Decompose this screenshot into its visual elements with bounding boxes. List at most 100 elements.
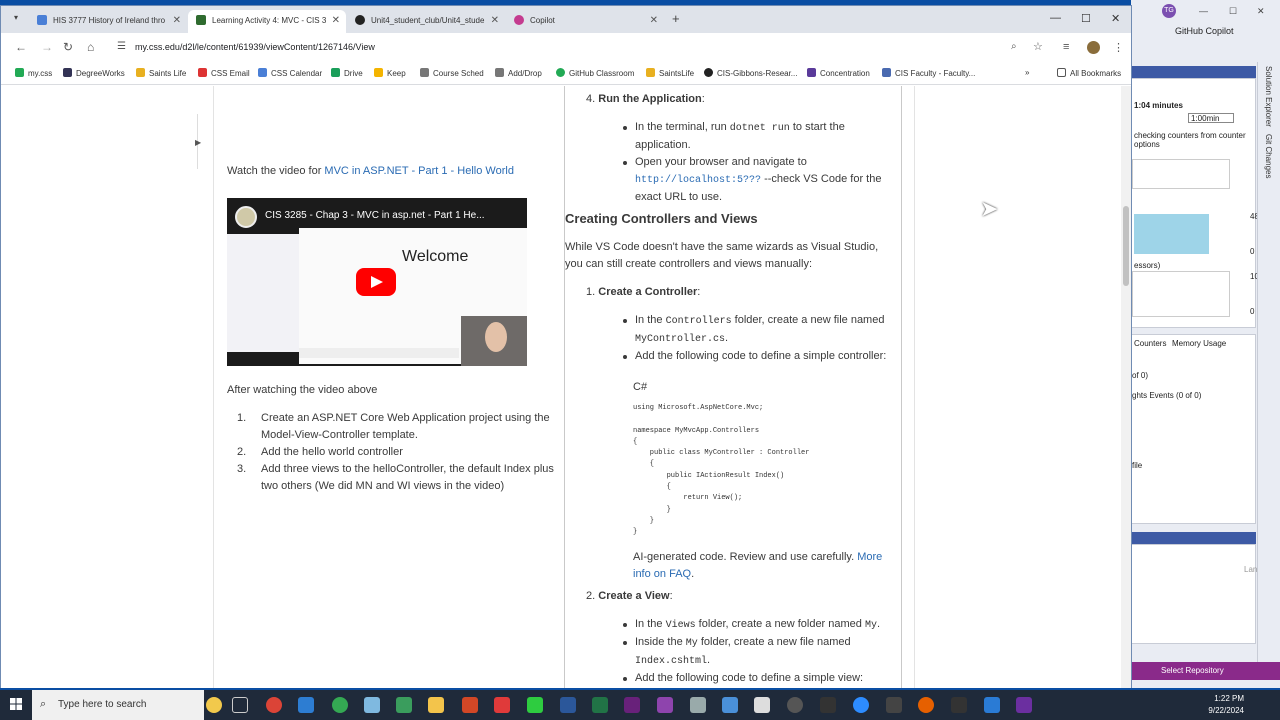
visual-studio-window: TG — ☐ ✕ GitHub Copilot 1:04 minutes 1:0… <box>1131 0 1280 688</box>
bookmark-css-calendar[interactable]: CSS Calendar <box>258 68 322 78</box>
bookmark-cis-faculty[interactable]: CIS Faculty - Faculty... <box>882 68 975 78</box>
avatar[interactable]: TG <box>1162 4 1176 18</box>
home-icon[interactable]: ⌂ <box>87 40 94 54</box>
firefox-icon[interactable] <box>918 697 934 713</box>
sheets-icon[interactable] <box>396 697 412 713</box>
bookmark-add-drop[interactable]: Add/Drop <box>495 68 542 78</box>
url-text[interactable]: my.css.edu/d2l/le/content/61939/viewCont… <box>135 42 375 52</box>
notepad-icon[interactable] <box>364 697 380 713</box>
vertical-tabs: Solution Explorer Git Changes <box>1257 62 1280 662</box>
video-footer <box>299 348 459 358</box>
copilot-button[interactable]: GitHub Copilot <box>1175 26 1234 36</box>
minimize-icon[interactable]: — <box>1199 6 1208 16</box>
tab-history-ireland[interactable]: HIS 3777 History of Ireland thro ✕ <box>29 10 187 33</box>
taskbar-search[interactable]: ⌕ Type here to search <box>32 690 204 720</box>
tab-memory-usage[interactable]: Memory Usage <box>1172 339 1226 348</box>
address-bar[interactable]: ☰ my.css.edu/d2l/le/content/61939/viewCo… <box>107 37 1051 59</box>
shield-app-icon[interactable] <box>722 697 738 713</box>
word-icon[interactable] <box>560 697 576 713</box>
star-icon[interactable]: ☆ <box>1033 40 1043 53</box>
video-player[interactable]: Welcome CIS 3285 - Chap 3 - MVC in asp.n… <box>227 198 527 366</box>
tab-label: Unit4_student_club/Unit4_stude <box>371 16 485 25</box>
scroll-thumb[interactable] <box>1123 206 1129 286</box>
bookmark-course-sched[interactable]: Course Sched <box>420 68 484 78</box>
list-item: Open your browser and navigate to http:/… <box>621 154 896 206</box>
code-block[interactable]: using Microsoft.AspNetCore.Mvc; namespac… <box>633 403 809 539</box>
visual-studio-2-icon[interactable] <box>657 697 673 713</box>
duration-label: 1:04 minutes <box>1134 101 1183 110</box>
zoom-app-icon[interactable] <box>853 697 869 713</box>
camera-icon[interactable] <box>820 697 836 713</box>
tab-git-changes[interactable]: Git Changes <box>1264 134 1273 178</box>
tab-learning-activity[interactable]: Learning Activity 4: MVC - CIS 3 ✕ <box>188 10 346 33</box>
bookmark-concentration[interactable]: Concentration <box>807 68 870 78</box>
folder-icon[interactable] <box>428 697 444 713</box>
select-repository-button[interactable]: Select Repository <box>1161 662 1224 680</box>
chrome-profile-icon[interactable] <box>332 697 348 713</box>
close-icon[interactable]: ✕ <box>1111 12 1120 25</box>
excel-icon[interactable] <box>592 697 608 713</box>
terminal-icon[interactable] <box>886 697 902 713</box>
page-scrollbar[interactable] <box>1121 86 1131 688</box>
bookmark-css-email[interactable]: CSS Email <box>198 68 250 78</box>
vs-active-icon[interactable] <box>1016 697 1032 713</box>
system-clock[interactable]: 1:22 PM 9/22/2024 <box>1200 693 1244 717</box>
back-icon[interactable]: ← <box>15 40 27 54</box>
tab-copilot[interactable]: Copilot ✕ <box>506 10 664 33</box>
tab-counters[interactable]: Counters <box>1134 339 1166 348</box>
expand-nav-icon[interactable]: ▶ <box>195 138 201 147</box>
tool-icon[interactable] <box>690 697 706 713</box>
play-icon[interactable] <box>356 268 396 296</box>
visual-studio-icon[interactable] <box>624 697 640 713</box>
close-tab-icon[interactable]: ✕ <box>650 10 658 31</box>
camtasia-icon[interactable] <box>527 697 543 713</box>
bookmark-saintslife[interactable]: SaintsLife <box>646 68 694 78</box>
video-link[interactable]: MVC in ASP.NET - Part 1 - Hello World <box>324 165 514 177</box>
maximize-icon[interactable]: ☐ <box>1229 6 1237 17</box>
close-icon[interactable]: ✕ <box>1257 6 1265 17</box>
maximize-icon[interactable]: ☐ <box>1081 12 1091 25</box>
close-tab-icon[interactable]: ✕ <box>332 10 340 31</box>
menu-icon[interactable]: ⋮ <box>1113 41 1124 54</box>
bookmark-keep[interactable]: Keep <box>374 68 406 78</box>
more-bookmarks-icon[interactable]: » <box>1025 68 1029 77</box>
profile-avatar[interactable] <box>1087 41 1100 54</box>
output-titlebar <box>1131 532 1256 544</box>
all-bookmarks-folder[interactable]: All Bookmarks <box>1057 68 1121 78</box>
media-icon[interactable]: ≡ <box>1063 41 1069 53</box>
tab-solution-explorer[interactable]: Solution Explorer <box>1264 66 1273 127</box>
vscode-icon[interactable] <box>984 697 1000 713</box>
tab-search-icon[interactable]: ▾ <box>14 13 18 22</box>
run-bullets: In the terminal, run dotnet run to start… <box>621 119 896 206</box>
face <box>485 322 507 352</box>
bookmark-degreeworks[interactable]: DegreeWorks <box>63 68 125 78</box>
list-item: In the Views folder, create a new folder… <box>621 616 896 634</box>
app-icon[interactable] <box>494 697 510 713</box>
bookmark-cis-gibbons[interactable]: CIS-Gibbons-Resear... <box>704 68 797 78</box>
app2-icon[interactable] <box>951 697 967 713</box>
forward-icon[interactable]: → <box>41 40 53 54</box>
zoom-icon[interactable]: ⌕ <box>1011 41 1017 52</box>
task-view-icon[interactable] <box>232 697 248 713</box>
windows-start-icon[interactable] <box>10 698 22 710</box>
widget-icon[interactable] <box>206 697 222 713</box>
axis-0: 0 <box>1250 247 1255 256</box>
bookmark-github-classroom[interactable]: GitHub Classroom <box>556 68 634 78</box>
reload-icon[interactable]: ↻ <box>63 40 73 54</box>
close-tab-icon[interactable]: ✕ <box>491 10 499 31</box>
obs-icon[interactable] <box>787 697 803 713</box>
minimize-icon[interactable]: — <box>1050 12 1061 24</box>
bookmark-mycss[interactable]: my.css <box>15 68 52 78</box>
powerpoint-icon[interactable] <box>462 697 478 713</box>
close-tab-icon[interactable]: ✕ <box>173 10 181 31</box>
store-icon[interactable] <box>298 697 314 713</box>
bookmark-saints-life[interactable]: Saints Life <box>136 68 186 78</box>
bookmark-drive[interactable]: Drive <box>331 68 363 78</box>
create-controller-heading: 1. Create a Controller: <box>586 286 701 298</box>
new-tab-button[interactable]: + <box>672 11 680 26</box>
localhost-link[interactable]: http://localhost:5??? <box>635 175 761 186</box>
tab-github-repo[interactable]: Unit4_student_club/Unit4_stude ✕ <box>347 10 505 33</box>
site-info-icon[interactable]: ☰ <box>117 41 126 52</box>
settings-icon[interactable] <box>754 697 770 713</box>
chrome-icon[interactable] <box>266 697 282 713</box>
